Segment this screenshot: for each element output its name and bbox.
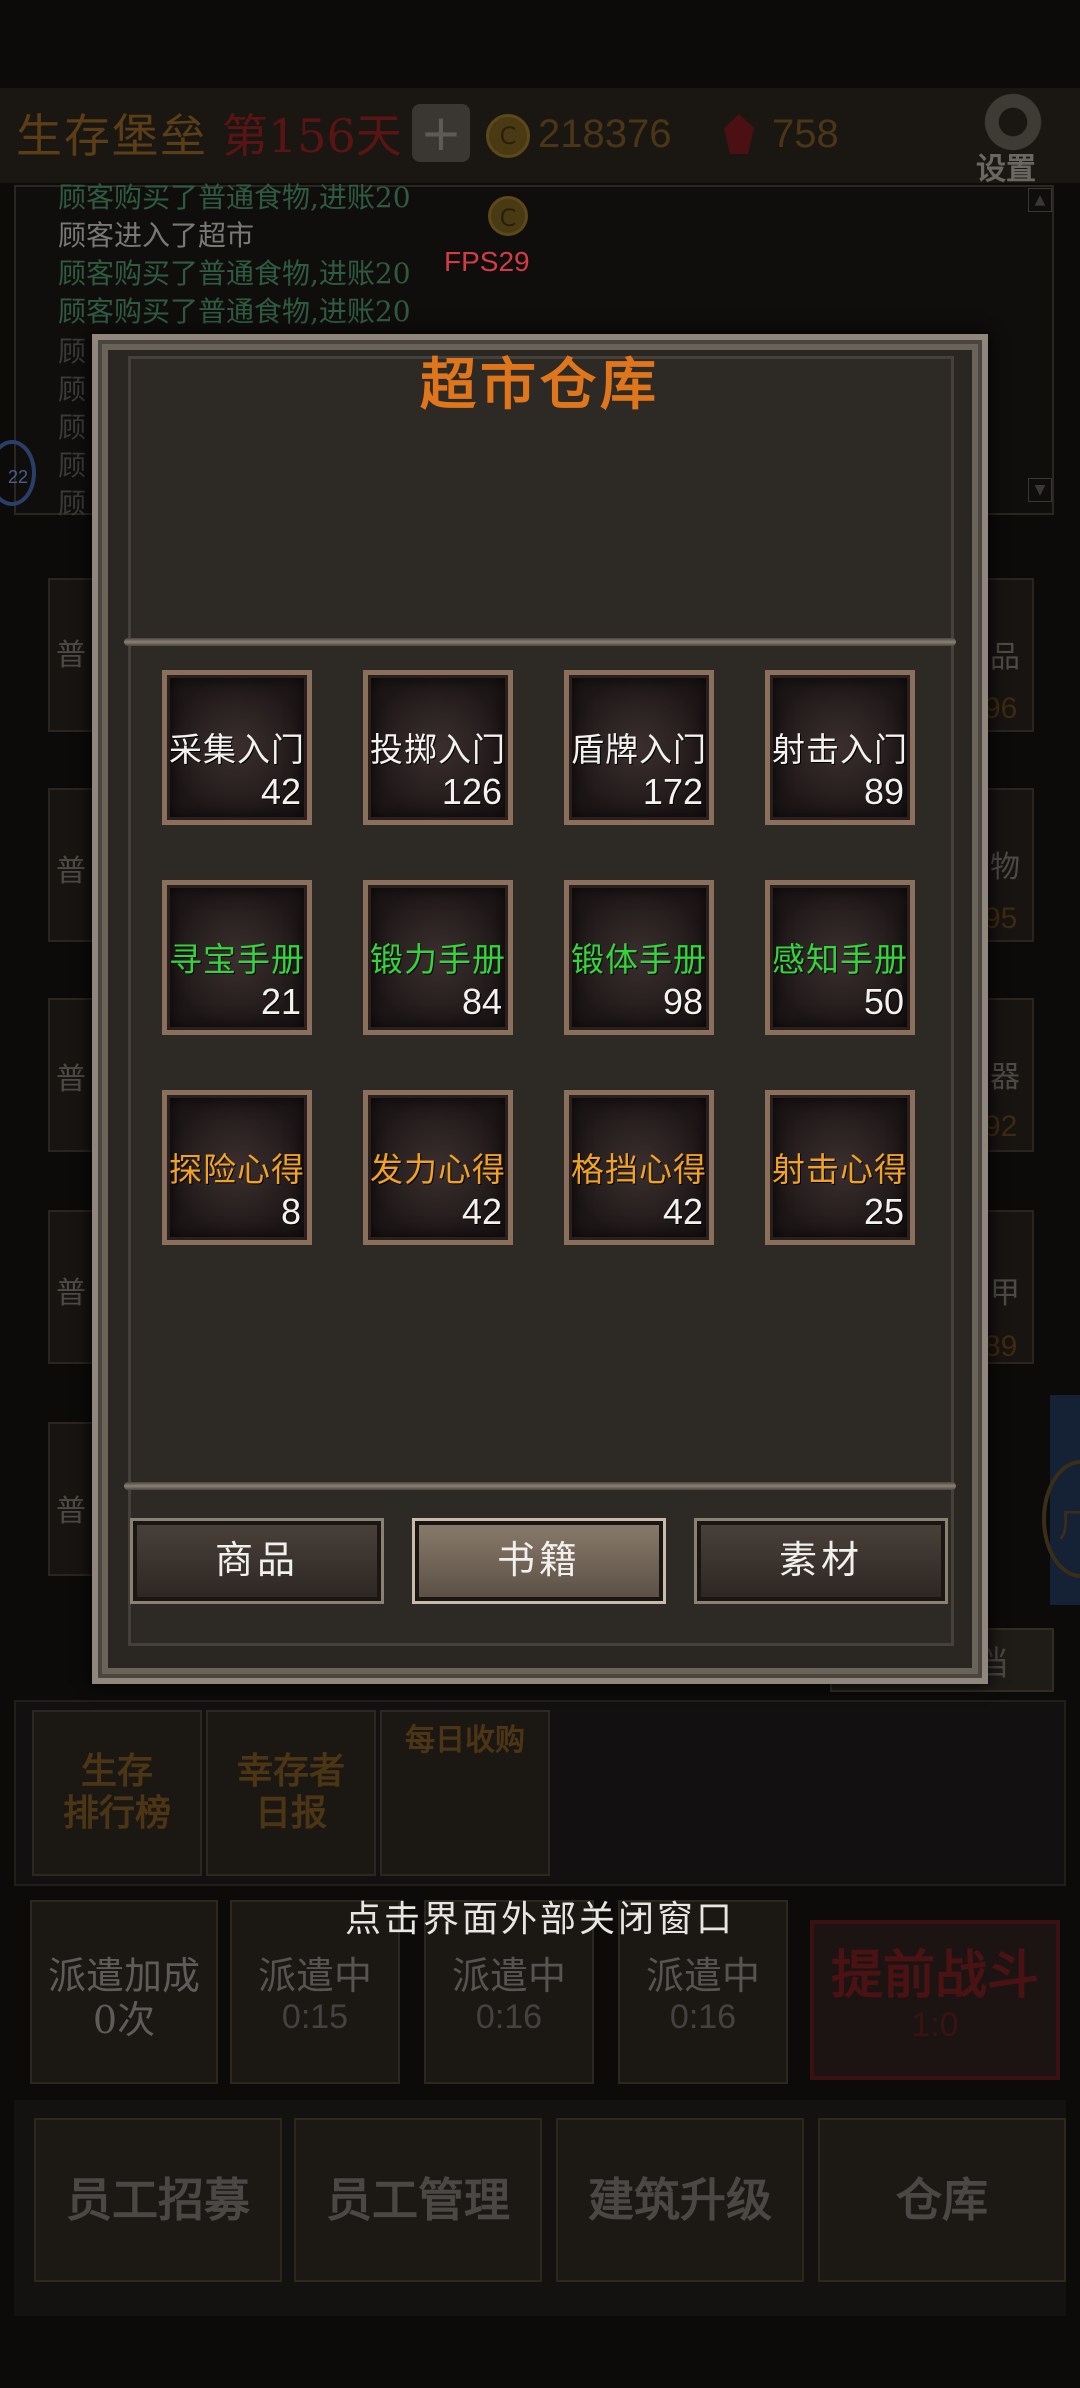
- recruit-staff-button[interactable]: 员工招募: [34, 2118, 282, 2282]
- coin-icon: C: [488, 196, 528, 236]
- book-count: 98: [662, 981, 703, 1022]
- book-name: 射击入门: [772, 730, 908, 769]
- book-slot[interactable]: 投掷入门 126: [363, 670, 513, 825]
- fps-counter: FPS29: [444, 246, 530, 277]
- book-count: 42: [260, 771, 301, 812]
- shelf-slot-label: 普: [56, 638, 86, 673]
- upgrade-building-button[interactable]: 建筑升级: [556, 2118, 804, 2282]
- tab-books[interactable]: 书籍: [412, 1518, 666, 1604]
- scroll-down-icon[interactable]: ▼: [1028, 478, 1052, 502]
- book-slot[interactable]: 射击心得 25: [765, 1090, 915, 1245]
- book-slot[interactable]: 锻力手册 84: [363, 880, 513, 1035]
- tab-goods[interactable]: 商品: [130, 1518, 384, 1604]
- log-line: 顾客进入了超市: [58, 219, 255, 252]
- shelf-slot-count: 96: [984, 692, 1018, 725]
- shelf-slot-label: 普: [56, 854, 86, 889]
- shelf-slot-count: 92: [984, 1110, 1018, 1143]
- book-name: 格挡心得: [571, 1150, 707, 1189]
- book-count: 42: [461, 1191, 502, 1232]
- book-slot[interactable]: 采集入门 42: [162, 670, 312, 825]
- book-name: 锻体手册: [571, 940, 707, 979]
- ranking-line1: 生存: [80, 1750, 153, 1792]
- shelf-slot-count: 95: [984, 902, 1018, 935]
- gear-icon[interactable]: [978, 92, 1048, 152]
- early-battle-timer: 1:0: [911, 2006, 959, 2044]
- book-slot[interactable]: 感知手册 50: [765, 880, 915, 1035]
- book-name: 射击心得: [772, 1150, 908, 1189]
- book-name: 盾牌入门: [571, 730, 707, 769]
- coin-amount: 218376: [538, 112, 672, 156]
- book-name: 发力心得: [370, 1150, 506, 1189]
- book-slot[interactable]: 锻体手册 98: [564, 880, 714, 1035]
- daily-purchase-button[interactable]: 每日收购: [380, 1710, 550, 1876]
- book-count: 25: [863, 1191, 904, 1232]
- book-name: 寻宝手册: [169, 940, 305, 979]
- ranking-line2: 排行榜: [62, 1792, 171, 1834]
- book-slot[interactable]: 发力心得 42: [363, 1090, 513, 1245]
- book-slot[interactable]: 寻宝手册 21: [162, 880, 312, 1035]
- book-count: 42: [662, 1191, 703, 1232]
- ranking-button[interactable]: 生存 排行榜: [32, 1710, 202, 1876]
- divider: [124, 1482, 956, 1490]
- early-battle-button[interactable]: 提前战斗 1:0: [810, 1920, 1060, 2080]
- scroll-up-icon[interactable]: ▲: [1028, 188, 1052, 212]
- log-line: 顾: [58, 487, 87, 520]
- daily-report-line2: 日报: [254, 1792, 327, 1834]
- shelf-slot-label: 器: [990, 1060, 1020, 1095]
- round-action-label: ㄏ: [1058, 1505, 1080, 1546]
- dispatch-timer: 0:16: [669, 1998, 737, 2036]
- dispatch-timer: 0:15: [281, 1998, 349, 2036]
- manage-staff-button[interactable]: 员工管理: [294, 2118, 542, 2282]
- shelf-slot-label: 物: [990, 850, 1020, 885]
- shelf-slot-label: 普: [56, 1062, 86, 1097]
- book-slot[interactable]: 探险心得 8: [162, 1090, 312, 1245]
- dispatch-timer: 0:16: [475, 1998, 543, 2036]
- day-counter: 第156天: [222, 109, 402, 163]
- log-line: 顾: [58, 449, 87, 482]
- book-slot[interactable]: 盾牌入门 172: [564, 670, 714, 825]
- shelf-slot-label: 品: [990, 640, 1020, 675]
- shelf-slot-label: 普: [56, 1276, 86, 1311]
- book-name: 采集入门: [169, 730, 305, 769]
- modal-title: 超市仓库: [420, 352, 660, 418]
- settings-label[interactable]: 设置: [976, 144, 1036, 188]
- book-count: 50: [863, 981, 904, 1022]
- add-currency-button[interactable]: +: [412, 104, 470, 162]
- book-count: 89: [863, 771, 904, 812]
- shelf-slot-count: 89: [984, 1330, 1018, 1363]
- book-count: 84: [461, 981, 502, 1022]
- tab-materials[interactable]: 素材: [694, 1518, 948, 1604]
- daily-report-button[interactable]: 幸存者 日报: [206, 1710, 376, 1876]
- book-name: 投掷入门: [370, 730, 506, 769]
- book-name: 锻力手册: [370, 940, 506, 979]
- book-name: 探险心得: [169, 1150, 305, 1189]
- shelf-slot-label: 普: [56, 1494, 86, 1529]
- divider: [124, 638, 956, 646]
- log-line: 顾客购买了普通食物,进账20: [58, 257, 411, 290]
- book-count: 21: [260, 981, 301, 1022]
- game-title: 生存堡垒: [16, 109, 208, 163]
- book-count: 8: [280, 1191, 301, 1232]
- close-hint: 点击界面外部关闭窗口: [344, 1899, 735, 1940]
- shelf-slot-label: 甲: [990, 1276, 1020, 1311]
- daily-purchase-label: 每日收购: [405, 1723, 525, 1758]
- warehouse-button[interactable]: 仓库: [818, 2118, 1066, 2282]
- book-slot[interactable]: 射击入门 89: [765, 670, 915, 825]
- book-slot[interactable]: 格挡心得 42: [564, 1090, 714, 1245]
- book-count: 172: [642, 771, 703, 812]
- coin-icon: C: [486, 114, 530, 158]
- book-count: 126: [441, 771, 502, 812]
- dispatch-bonus-count: 0次: [92, 1998, 156, 2042]
- book-name: 感知手册: [772, 940, 908, 979]
- log-line: 顾客购买了普通食物,进账20: [58, 181, 411, 214]
- log-line: 顾客购买了普通食物,进账20: [58, 295, 411, 328]
- gem-amount: 758: [772, 112, 839, 156]
- daily-report-line1: 幸存者: [236, 1750, 345, 1792]
